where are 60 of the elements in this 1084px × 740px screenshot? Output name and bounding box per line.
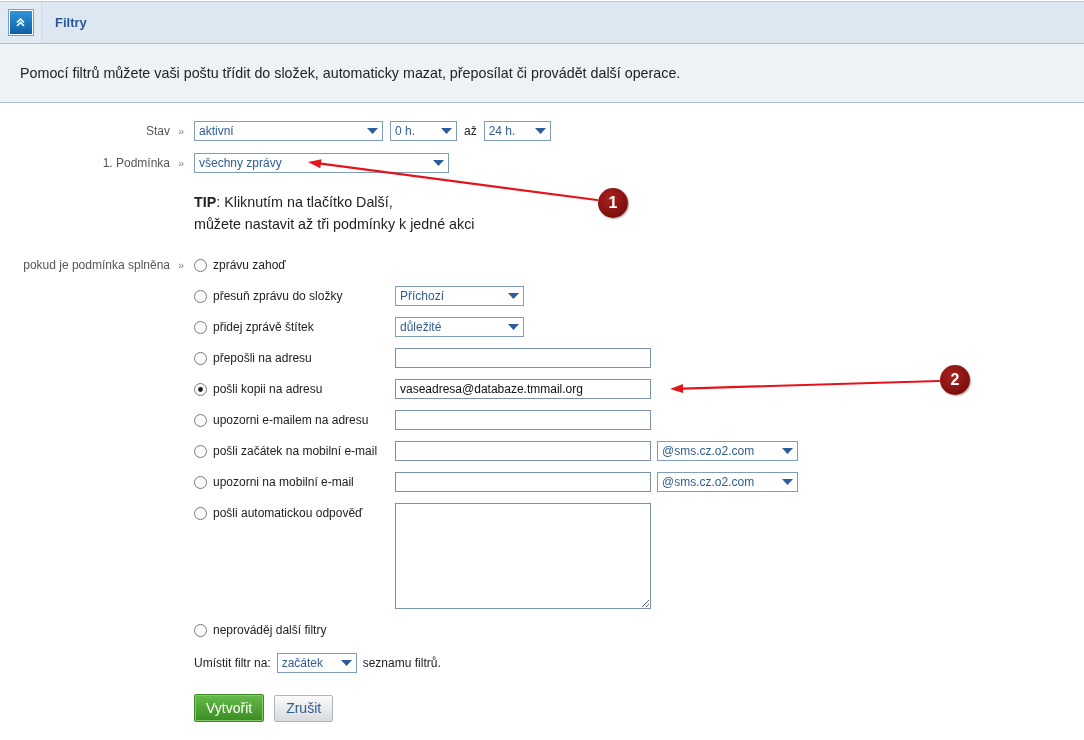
option-label[interactable]: přepošli na adresu [213,351,312,365]
reply-text-area[interactable] [395,503,651,609]
domain-dropdown[interactable]: @sms.cz.o2.com [657,441,798,461]
status-dropdown[interactable]: aktivní [194,121,383,141]
radio-button[interactable] [194,320,207,334]
caret-icon [340,660,352,666]
caret-icon [508,293,519,299]
option-label[interactable]: pošli kopii na adresu [213,382,323,396]
radio-button[interactable] [194,351,207,365]
caret-icon [782,479,793,485]
description-text: Pomocí filtrů můžete vaši poštu třídit do složek, automaticky mazat, přeposílat či provádět další operace. [20,65,681,81]
caret-icon [441,128,452,134]
time-dropdown[interactable]: 0 h. [390,121,457,141]
cancel-button[interactable]: Zrušit [274,694,334,722]
field-label: Stav [145,123,170,140]
time-dropdown[interactable]: 24 h. [483,121,551,141]
radio-button[interactable] [194,506,207,520]
text-input[interactable]: vaseadresa@databaze.tmmail.org [395,379,651,399]
option-label[interactable]: upozorni na mobilní e-mail [213,475,354,489]
text-input[interactable] [395,348,651,368]
field-label: pokud je podmínka splněna [22,257,170,274]
label-separator: » [178,125,185,137]
condition-dropdown[interactable]: všechny zprávy [194,153,449,173]
radio-button[interactable] [194,623,207,637]
option-label[interactable]: pošli začátek na mobilní e-mail [213,444,378,458]
radio-button[interactable] [194,289,207,303]
tip-text: TIP: Kliknutím na tlačítko Další, můžete nastavit až tři podmínky k jedné akci [194,193,475,234]
radio-button[interactable] [194,475,207,489]
option-label[interactable]: pošli automatickou odpověď [213,506,363,520]
option-label[interactable]: neprováděj další filtry [213,623,327,637]
action-dropdown[interactable]: Příchozí [395,286,524,306]
radio-button[interactable] [194,444,207,458]
placement-suffix: seznamu filtrů. [362,656,441,670]
domain-dropdown[interactable]: @sms.cz.o2.com [657,472,798,492]
caret-icon [508,324,519,330]
placement-label: Umístit filtr na: [194,656,271,670]
range-label: až [464,124,477,138]
position-dropdown[interactable]: začátek [276,653,357,673]
field-label: 1. Podmínka [101,155,170,172]
text-input[interactable] [395,441,651,461]
radio-button[interactable] [194,382,207,396]
label-separator: » [178,259,185,271]
text-input[interactable] [395,410,651,430]
option-label[interactable]: upozorni e-mailem na adresu [213,413,369,427]
label-separator: » [178,157,185,169]
option-label[interactable]: přesuň zprávu do složky [213,289,343,303]
text-input[interactable] [395,472,651,492]
panel-title: Filtry [55,15,87,30]
action-dropdown[interactable]: důležité [395,317,524,337]
callout-number: 1 [598,188,628,218]
option-label[interactable]: přidej zprávě štítek [213,320,314,334]
caret-icon [782,448,793,454]
caret-icon [534,128,546,134]
radio-button[interactable] [194,258,207,272]
caret-icon [433,160,444,166]
caret-icon [367,128,378,134]
callout-number: 2 [940,365,970,395]
radio-button[interactable] [194,413,207,427]
option-label[interactable]: zprávu zahoď [213,258,286,272]
collapse-button[interactable] [7,9,34,36]
